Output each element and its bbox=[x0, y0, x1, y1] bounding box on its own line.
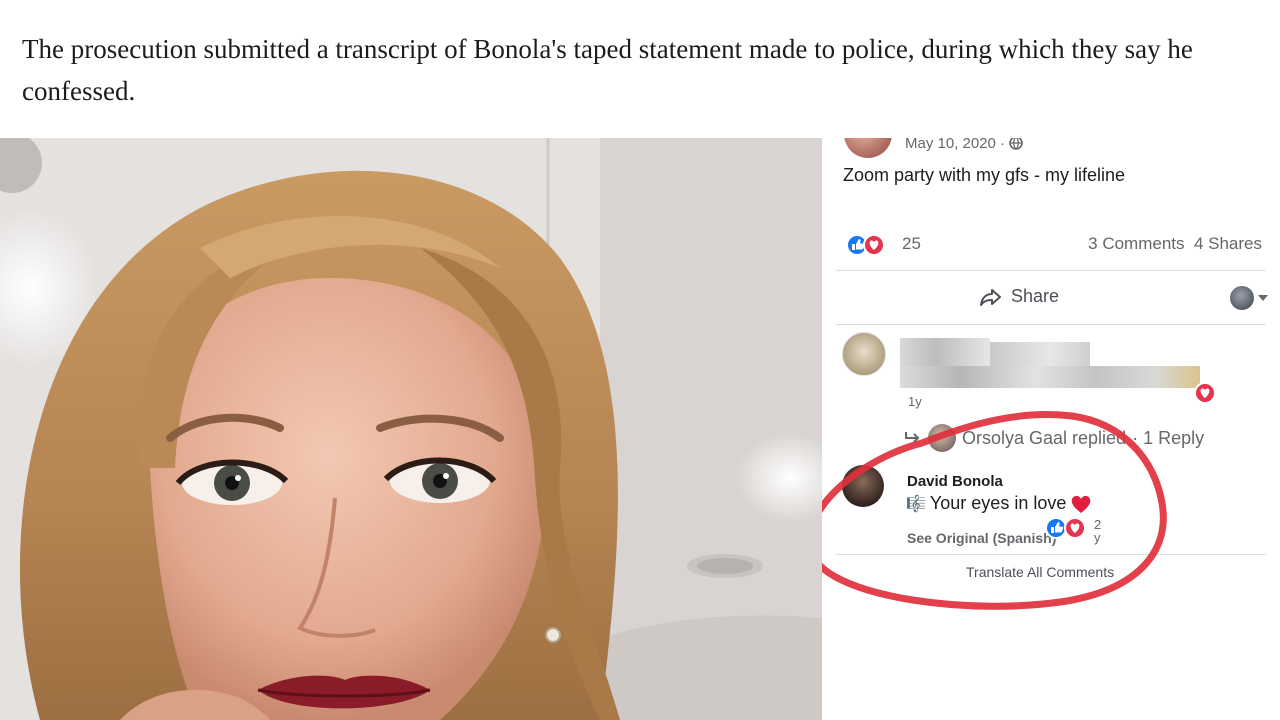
facebook-post-panel: May 10, 2020 · Zoom party with my gfs - … bbox=[822, 138, 1280, 720]
reaction-count[interactable]: 25 bbox=[902, 234, 921, 254]
post-text: Zoom party with my gfs - my lifeline bbox=[843, 165, 1126, 185]
comment-author[interactable]: David Bonola bbox=[907, 473, 1003, 490]
globe-icon bbox=[1009, 138, 1024, 150]
viewer-avatar-menu[interactable] bbox=[1230, 286, 1268, 310]
article-caption: The prosecution submitted a transcript o… bbox=[22, 34, 1193, 106]
comments-shares-count[interactable]: 3 Comments 4 Shares bbox=[1088, 234, 1262, 254]
comment-reactions[interactable] bbox=[1044, 516, 1094, 545]
love-reaction-icon bbox=[1194, 382, 1216, 404]
love-icon bbox=[863, 234, 885, 256]
share-icon bbox=[980, 288, 1001, 306]
divider bbox=[836, 270, 1266, 271]
comment-reaction-count: 2 y bbox=[1094, 517, 1102, 545]
divider bbox=[836, 324, 1266, 325]
replier-avatar bbox=[928, 424, 956, 452]
music-note-icon: 🎼 bbox=[906, 494, 926, 513]
david-bonola-avatar[interactable] bbox=[842, 465, 884, 507]
translate-all-comments-link[interactable]: Translate All Comments bbox=[966, 564, 1114, 580]
caret-down-icon bbox=[1258, 295, 1268, 301]
woman-selfie-photo bbox=[0, 138, 822, 720]
divider bbox=[836, 554, 1266, 555]
reply-arrow-icon bbox=[905, 432, 920, 443]
like-icon bbox=[1045, 517, 1067, 539]
share-button[interactable]: Share bbox=[979, 286, 1059, 307]
comment-age[interactable]: 1y bbox=[908, 394, 922, 409]
viewer-avatar bbox=[1230, 286, 1254, 310]
post-date[interactable]: May 10, 2020 · bbox=[905, 138, 1024, 152]
see-original-link[interactable]: See Original (Spanish) bbox=[907, 530, 1056, 546]
reaction-icons[interactable] bbox=[846, 234, 892, 256]
view-replies-link[interactable]: Orsolya Gaal replied · 1 Reply bbox=[904, 424, 1204, 452]
commenter-avatar[interactable] bbox=[842, 332, 886, 376]
comment-text: 🎼 Your eyes in love bbox=[906, 493, 1092, 514]
poster-avatar[interactable] bbox=[844, 138, 892, 158]
love-icon bbox=[1064, 517, 1086, 539]
heart-icon bbox=[1072, 495, 1091, 513]
